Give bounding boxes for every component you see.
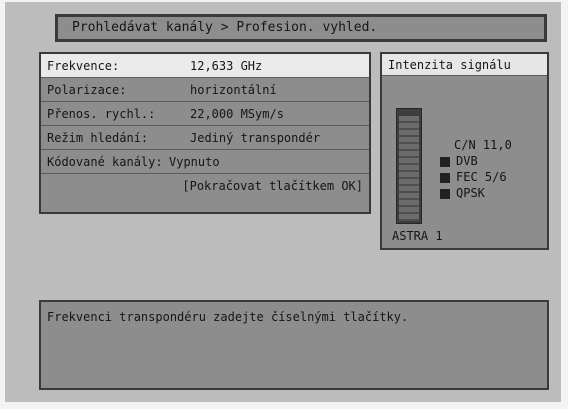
polarization-value: horizontální	[190, 83, 277, 97]
cn-ratio: C/N 11,0	[454, 138, 512, 152]
continue-ok-button[interactable]: [Pokračovat tlačítkem OK]	[41, 174, 369, 198]
fec-label: FEC 5/6	[456, 170, 507, 184]
polarization-field[interactable]: Polarizace: horizontální	[41, 78, 369, 102]
satellite-name: ASTRA 1	[392, 229, 443, 243]
encrypted-channels-field[interactable]: Kódované kanály: Vypnuto	[41, 150, 369, 174]
frequency-value: 12,633 GHz	[190, 59, 263, 73]
signal-strength-panel: Intenzita signálu C/N 11,0 DVB FEC 5/6 Q…	[380, 52, 549, 250]
symbol-rate-value: 22,000 MSym/s	[190, 107, 284, 121]
help-panel: Frekvenci transpondéru zadejte číselnými…	[39, 300, 549, 390]
signal-level-meter	[396, 108, 422, 224]
tv-menu-screen: Prohledávat kanály > Profesion. vyhled. …	[5, 2, 561, 402]
search-mode-label: Režim hledání:	[47, 131, 149, 145]
search-mode-field[interactable]: Režim hledání: Jediný transpondér	[41, 126, 369, 150]
standard-label: DVB	[456, 154, 478, 168]
breadcrumb-text: Prohledávat kanály > Profesion. vyhled.	[72, 20, 378, 35]
encrypted-channels-value: Vypnuto	[169, 155, 220, 169]
continue-ok-label: [Pokračovat tlačítkem OK]	[182, 179, 363, 193]
encrypted-channels-label: Kódované kanály:	[47, 155, 163, 169]
frequency-label: Frekvence:	[47, 59, 120, 73]
modulation-label: QPSK	[456, 186, 485, 200]
symbol-rate-field[interactable]: Přenos. rychl.: 22,000 MSym/s	[41, 102, 369, 126]
modulation-indicator-icon	[440, 189, 450, 199]
frequency-field[interactable]: Frekvence: 12,633 GHz	[41, 54, 369, 78]
signal-strength-title: Intenzita signálu	[382, 54, 547, 76]
search-settings-panel: Frekvence: 12,633 GHz Polarizace: horizo…	[39, 52, 371, 214]
polarization-label: Polarizace:	[47, 83, 127, 97]
dvb-indicator-icon	[440, 157, 450, 167]
search-mode-value: Jediný transpondér	[190, 131, 321, 145]
fec-indicator-icon	[440, 173, 450, 183]
breadcrumb: Prohledávat kanály > Profesion. vyhled.	[55, 14, 547, 42]
symbol-rate-label: Přenos. rychl.:	[47, 107, 156, 121]
signal-level-fill	[399, 116, 419, 221]
help-text: Frekvenci transpondéru zadejte číselnými…	[47, 310, 409, 324]
